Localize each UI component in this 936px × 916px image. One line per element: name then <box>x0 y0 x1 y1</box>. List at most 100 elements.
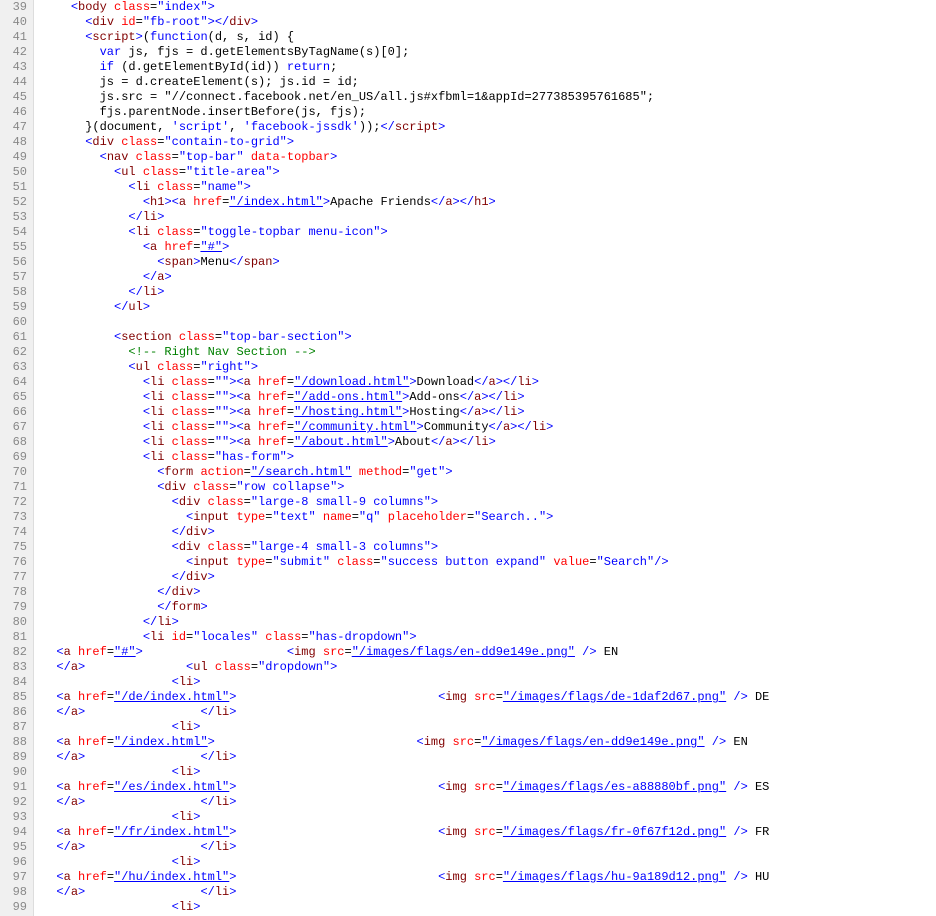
code-line[interactable]: <div id="fb-root"></div> <box>42 15 936 30</box>
code-content[interactable]: <body class="index"> <div id="fb-root"><… <box>34 0 936 916</box>
line-number: 97 <box>10 870 27 885</box>
line-number: 95 <box>10 840 27 855</box>
code-line[interactable]: <a href="#"> <box>42 240 936 255</box>
line-number: 56 <box>10 255 27 270</box>
code-line[interactable]: <a href="#"> <img src="/images/flags/en-… <box>42 645 936 660</box>
line-number: 58 <box>10 285 27 300</box>
code-line[interactable]: <script>(function(d, s, id) { <box>42 30 936 45</box>
code-line[interactable]: </form> <box>42 600 936 615</box>
line-number: 99 <box>10 900 27 915</box>
line-number: 72 <box>10 495 27 510</box>
code-line[interactable]: <div class="row collapse"> <box>42 480 936 495</box>
line-number: 67 <box>10 420 27 435</box>
code-line[interactable]: </a> <ul class="dropdown"> <box>42 660 936 675</box>
code-line[interactable]: if (d.getElementById(id)) return; <box>42 60 936 75</box>
code-line[interactable]: </div> <box>42 570 936 585</box>
code-line[interactable]: <li> <box>42 855 936 870</box>
line-number: 69 <box>10 450 27 465</box>
line-number: 55 <box>10 240 27 255</box>
code-line[interactable]: </a> </li> <box>42 840 936 855</box>
code-line[interactable]: <input type="submit" class="success butt… <box>42 555 936 570</box>
line-number: 60 <box>10 315 27 330</box>
line-number: 61 <box>10 330 27 345</box>
code-line[interactable] <box>42 315 936 330</box>
code-line[interactable]: </a> </li> <box>42 795 936 810</box>
code-line[interactable]: </div> <box>42 525 936 540</box>
code-line[interactable]: <a href="/fr/index.html"> <img src="/ima… <box>42 825 936 840</box>
line-number: 84 <box>10 675 27 690</box>
line-number: 63 <box>10 360 27 375</box>
code-editor: 3940414243444546474849505152535455565758… <box>0 0 936 916</box>
code-line[interactable]: <div class="large-4 small-3 columns"> <box>42 540 936 555</box>
line-number: 73 <box>10 510 27 525</box>
code-line[interactable]: <input type="text" name="q" placeholder=… <box>42 510 936 525</box>
line-number: 78 <box>10 585 27 600</box>
code-line[interactable]: <li id="locales" class="has-dropdown"> <box>42 630 936 645</box>
code-line[interactable]: <li class="toggle-topbar menu-icon"> <box>42 225 936 240</box>
code-line[interactable]: var js, fjs = d.getElementsByTagName(s)[… <box>42 45 936 60</box>
code-line[interactable]: <li class="name"> <box>42 180 936 195</box>
code-line[interactable]: <a href="/es/index.html"> <img src="/ima… <box>42 780 936 795</box>
code-line[interactable]: <li class="has-form"> <box>42 450 936 465</box>
code-line[interactable]: <li class=""><a href="/add-ons.html">Add… <box>42 390 936 405</box>
line-number: 62 <box>10 345 27 360</box>
line-number: 76 <box>10 555 27 570</box>
code-line[interactable]: <a href="/hu/index.html"> <img src="/ima… <box>42 870 936 885</box>
code-line[interactable]: fjs.parentNode.insertBefore(js, fjs); <box>42 105 936 120</box>
line-number: 82 <box>10 645 27 660</box>
code-line[interactable]: <div class="large-8 small-9 columns"> <box>42 495 936 510</box>
code-line[interactable]: </a> </li> <box>42 750 936 765</box>
code-line[interactable]: <span>Menu</span> <box>42 255 936 270</box>
code-line[interactable]: <li> <box>42 720 936 735</box>
code-line[interactable]: </li> <box>42 285 936 300</box>
line-number: 77 <box>10 570 27 585</box>
code-line[interactable]: <body class="index"> <box>42 0 936 15</box>
line-number: 59 <box>10 300 27 315</box>
code-line[interactable]: <li class=""><a href="/about.html">About… <box>42 435 936 450</box>
code-line[interactable]: <li> <box>42 900 936 915</box>
line-number: 85 <box>10 690 27 705</box>
code-line[interactable]: }(document, 'script', 'facebook-jssdk'))… <box>42 120 936 135</box>
code-line[interactable]: </li> <box>42 210 936 225</box>
code-line[interactable]: <a href="/index.html"> <img src="/images… <box>42 735 936 750</box>
line-number: 53 <box>10 210 27 225</box>
line-number: 81 <box>10 630 27 645</box>
code-line[interactable]: <h1><a href="/index.html">Apache Friends… <box>42 195 936 210</box>
code-line[interactable]: <li> <box>42 810 936 825</box>
line-number: 94 <box>10 825 27 840</box>
code-line[interactable]: <li> <box>42 765 936 780</box>
line-number: 93 <box>10 810 27 825</box>
line-number: 51 <box>10 180 27 195</box>
line-number: 98 <box>10 885 27 900</box>
line-number: 50 <box>10 165 27 180</box>
code-line[interactable]: <!-- Right Nav Section --> <box>42 345 936 360</box>
line-number: 43 <box>10 60 27 75</box>
code-line[interactable]: </li> <box>42 615 936 630</box>
code-line[interactable]: </a> <box>42 270 936 285</box>
code-line[interactable]: js = d.createElement(s); js.id = id; <box>42 75 936 90</box>
line-number: 96 <box>10 855 27 870</box>
code-line[interactable]: <ul class="title-area"> <box>42 165 936 180</box>
line-number-gutter: 3940414243444546474849505152535455565758… <box>0 0 34 916</box>
line-number: 86 <box>10 705 27 720</box>
code-line[interactable]: </div> <box>42 585 936 600</box>
code-line[interactable]: <div class="contain-to-grid"> <box>42 135 936 150</box>
code-line[interactable]: </a> </li> <box>42 885 936 900</box>
code-line[interactable]: js.src = "//connect.facebook.net/en_US/a… <box>42 90 936 105</box>
line-number: 57 <box>10 270 27 285</box>
code-line[interactable]: <li class=""><a href="/download.html">Do… <box>42 375 936 390</box>
code-line[interactable]: <form action="/search.html" method="get"… <box>42 465 936 480</box>
code-line[interactable]: <a href="/de/index.html"> <img src="/ima… <box>42 690 936 705</box>
code-line[interactable]: <li> <box>42 675 936 690</box>
line-number: 44 <box>10 75 27 90</box>
code-line[interactable]: <ul class="right"> <box>42 360 936 375</box>
code-line[interactable]: <li class=""><a href="/hosting.html">Hos… <box>42 405 936 420</box>
code-line[interactable]: <nav class="top-bar" data-topbar> <box>42 150 936 165</box>
line-number: 74 <box>10 525 27 540</box>
line-number: 91 <box>10 780 27 795</box>
code-line[interactable]: <section class="top-bar-section"> <box>42 330 936 345</box>
line-number: 70 <box>10 465 27 480</box>
code-line[interactable]: </a> </li> <box>42 705 936 720</box>
code-line[interactable]: <li class=""><a href="/community.html">C… <box>42 420 936 435</box>
code-line[interactable]: </ul> <box>42 300 936 315</box>
